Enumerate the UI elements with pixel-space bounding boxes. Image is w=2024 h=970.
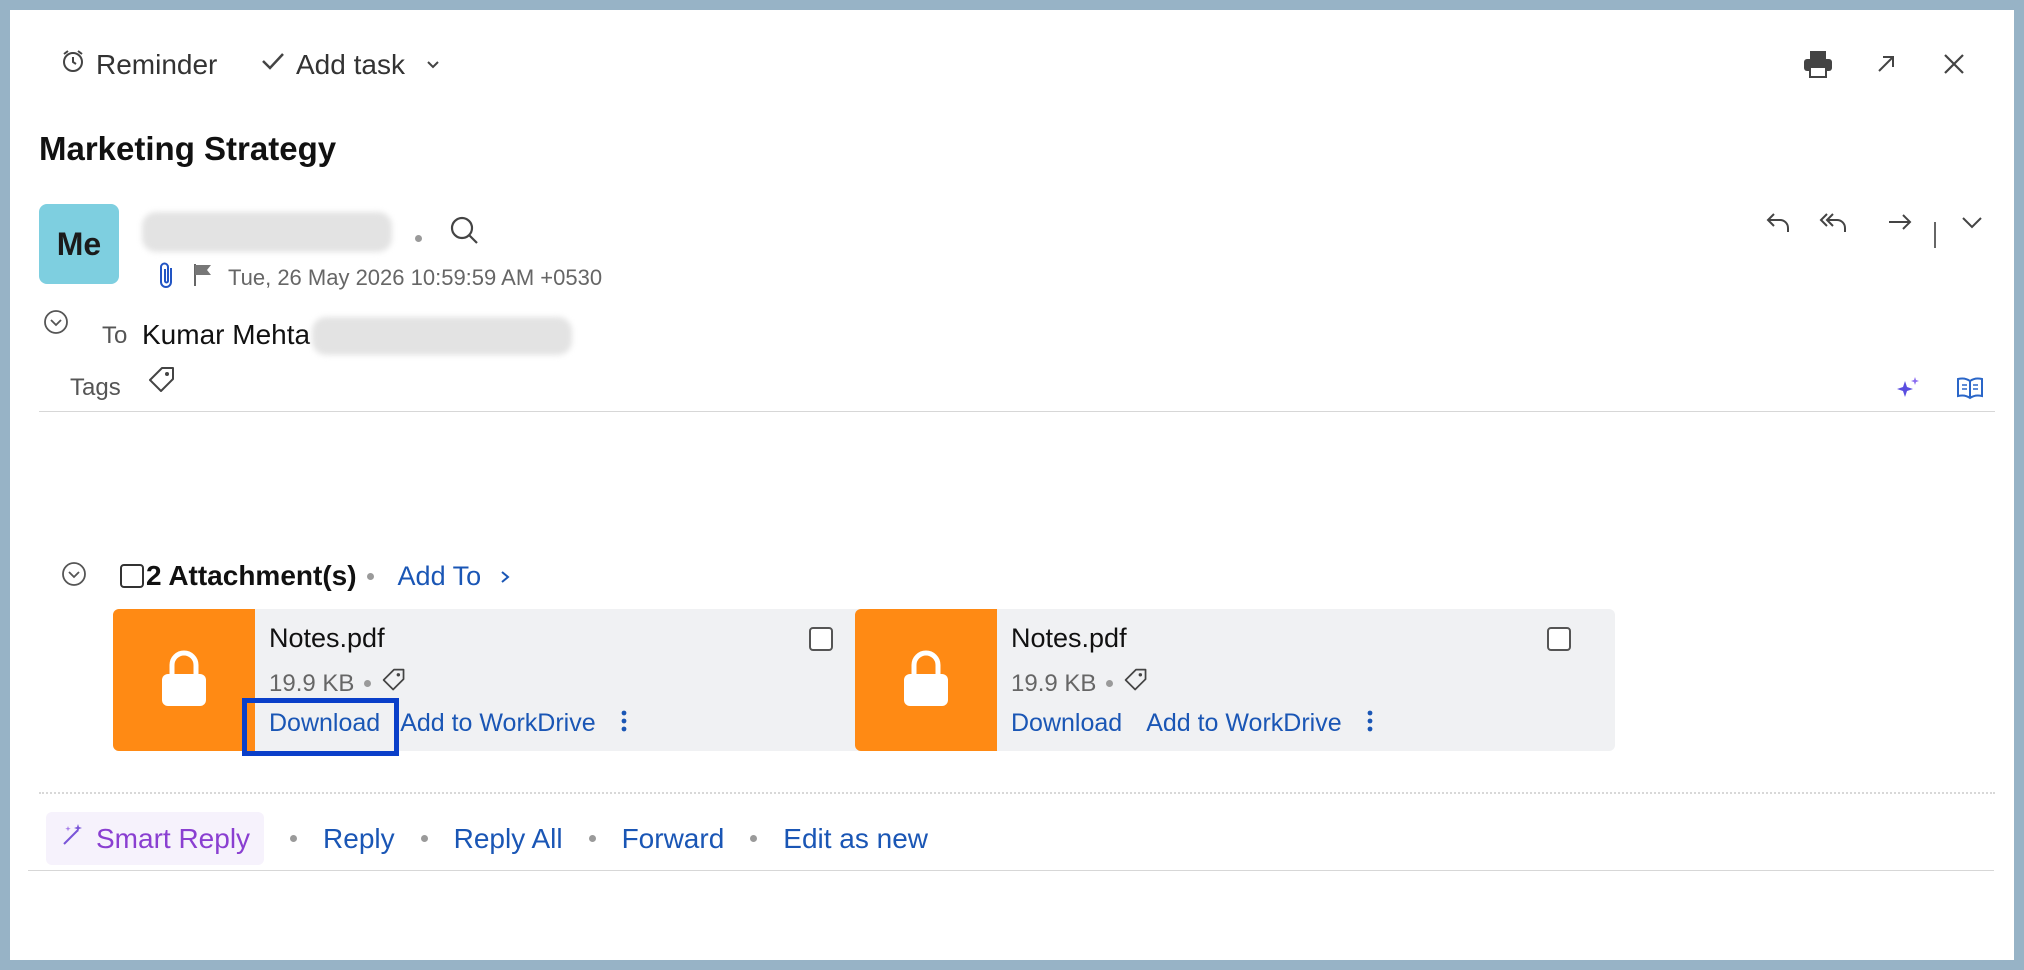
- separator-dot: [1106, 680, 1114, 687]
- reply-all-icon-button[interactable]: [1812, 202, 1856, 246]
- close-button[interactable]: [1932, 44, 1976, 88]
- tag-icon: [147, 365, 177, 400]
- attachment-card[interactable]: Notes.pdf 19.9 KB Download Add to WorkDr…: [113, 609, 873, 751]
- separator-dot: [366, 572, 374, 580]
- lock-icon: [160, 648, 208, 713]
- alarm-clock-icon: [60, 48, 86, 81]
- reply-all-icon: [1818, 208, 1850, 241]
- tag-icon[interactable]: [1123, 667, 1149, 700]
- forward-link[interactable]: Forward: [622, 823, 725, 855]
- vertical-divider: [1934, 222, 1936, 248]
- to-label: To: [102, 322, 128, 349]
- separator-dot: [364, 680, 372, 687]
- smart-reply-label: Smart Reply: [96, 822, 251, 854]
- forward-icon: [1886, 208, 1914, 241]
- reply-all-link[interactable]: Reply All: [454, 823, 563, 855]
- separator-dot: [750, 835, 758, 842]
- magic-wand-icon: [60, 822, 86, 855]
- add-task-dropdown[interactable]: [418, 44, 448, 88]
- separator-dot: [420, 835, 428, 842]
- add-tag-button[interactable]: [142, 362, 182, 402]
- header-divider: [39, 411, 1995, 412]
- sender-email-redacted: [142, 212, 392, 252]
- avatar: Me: [39, 204, 119, 284]
- add-task-button[interactable]: Add task: [260, 48, 405, 81]
- email-timestamp: Tue, 26 May 2026 10:59:59 AM +0530: [228, 265, 603, 290]
- smart-reply-button[interactable]: Smart Reply: [46, 812, 265, 865]
- attachments-divider: [39, 792, 1995, 794]
- attachment-card[interactable]: Notes.pdf 19.9 KB Download Add to WorkDr…: [855, 609, 1615, 751]
- chevron-circle-down-icon: [43, 309, 69, 340]
- lock-icon: [902, 648, 950, 713]
- email-viewer-window: Reminder Add task Marketing Strategy Me: [10, 10, 2014, 960]
- separator-dot: [290, 835, 298, 842]
- attachment-size-row: 19.9 KB: [269, 667, 407, 700]
- email-subject: Marketing Strategy: [39, 130, 337, 167]
- sparkle-icon: [1895, 375, 1921, 406]
- attachment-checkbox[interactable]: [809, 627, 833, 651]
- add-to-workdrive-link[interactable]: Add to WorkDrive: [400, 709, 595, 738]
- print-icon: [1802, 49, 1834, 84]
- attachment-size-row: 19.9 KB: [1011, 667, 1149, 700]
- recipient-name[interactable]: Kumar Mehta: [142, 319, 310, 351]
- separator-dot: [588, 835, 596, 842]
- attachment-actions: Download Add to WorkDrive: [1011, 709, 1374, 738]
- reminder-button[interactable]: Reminder: [60, 48, 217, 81]
- chevron-right-icon[interactable]: [499, 560, 511, 592]
- add-to-link[interactable]: Add To: [398, 561, 482, 592]
- more-vertical-icon[interactable]: [1366, 710, 1374, 737]
- book-icon: [1956, 376, 1984, 405]
- attachment-size: 19.9 KB: [1011, 669, 1097, 697]
- reading-mode-button[interactable]: [1950, 370, 1990, 410]
- collapse-attachments-button[interactable]: [56, 558, 92, 594]
- download-link[interactable]: Download: [1011, 709, 1122, 738]
- reply-bar: Smart Reply Reply Reply All Forward Edit…: [46, 812, 928, 865]
- close-icon: [1942, 52, 1966, 81]
- footer-divider: [28, 870, 1994, 871]
- forward-icon-button[interactable]: [1878, 202, 1922, 246]
- attachment-count: 2 Attachment(s): [146, 560, 357, 591]
- attachment-name: Notes.pdf: [1011, 623, 1127, 653]
- recipient-email-redacted: [312, 317, 572, 355]
- search-sender-button[interactable]: [442, 210, 486, 254]
- select-all-attachments-checkbox[interactable]: [120, 564, 144, 588]
- paperclip-icon: [156, 260, 178, 297]
- edit-as-new-link[interactable]: Edit as new: [783, 823, 928, 855]
- print-button[interactable]: [1796, 44, 1840, 88]
- attachment-size: 19.9 KB: [269, 669, 355, 697]
- search-icon: [448, 214, 480, 251]
- download-highlight: [242, 698, 399, 756]
- reply-icon-button[interactable]: [1756, 202, 1800, 246]
- tags-label: Tags: [70, 374, 121, 401]
- attachment-name: Notes.pdf: [269, 623, 385, 653]
- reply-icon: [1764, 208, 1792, 241]
- attachment-thumbnail: [855, 609, 997, 751]
- checkmark-icon: [260, 48, 286, 81]
- attachment-checkbox[interactable]: [1547, 627, 1571, 651]
- chevron-circle-down-icon: [61, 561, 87, 592]
- expand-recipients-button[interactable]: [38, 306, 74, 342]
- chevron-down-icon: [1960, 210, 1984, 239]
- reminder-label: Reminder: [96, 48, 218, 80]
- tag-icon[interactable]: [381, 667, 407, 700]
- add-task-label: Add task: [296, 48, 405, 80]
- add-to-workdrive-link[interactable]: Add to WorkDrive: [1146, 709, 1341, 738]
- more-vertical-icon[interactable]: [620, 710, 628, 737]
- open-in-new-window-button[interactable]: [1864, 44, 1908, 88]
- attachments-header: 2 Attachment(s) Add To: [120, 560, 511, 592]
- attachment-thumbnail: [113, 609, 255, 751]
- expand-icon: [1874, 52, 1898, 81]
- reply-link[interactable]: Reply: [323, 823, 395, 855]
- flag-icon[interactable]: [192, 262, 214, 293]
- separator-dot: [415, 229, 422, 247]
- more-actions-dropdown[interactable]: [1950, 202, 1994, 246]
- ai-assist-button[interactable]: [1888, 370, 1928, 410]
- chevron-down-icon: [425, 56, 441, 77]
